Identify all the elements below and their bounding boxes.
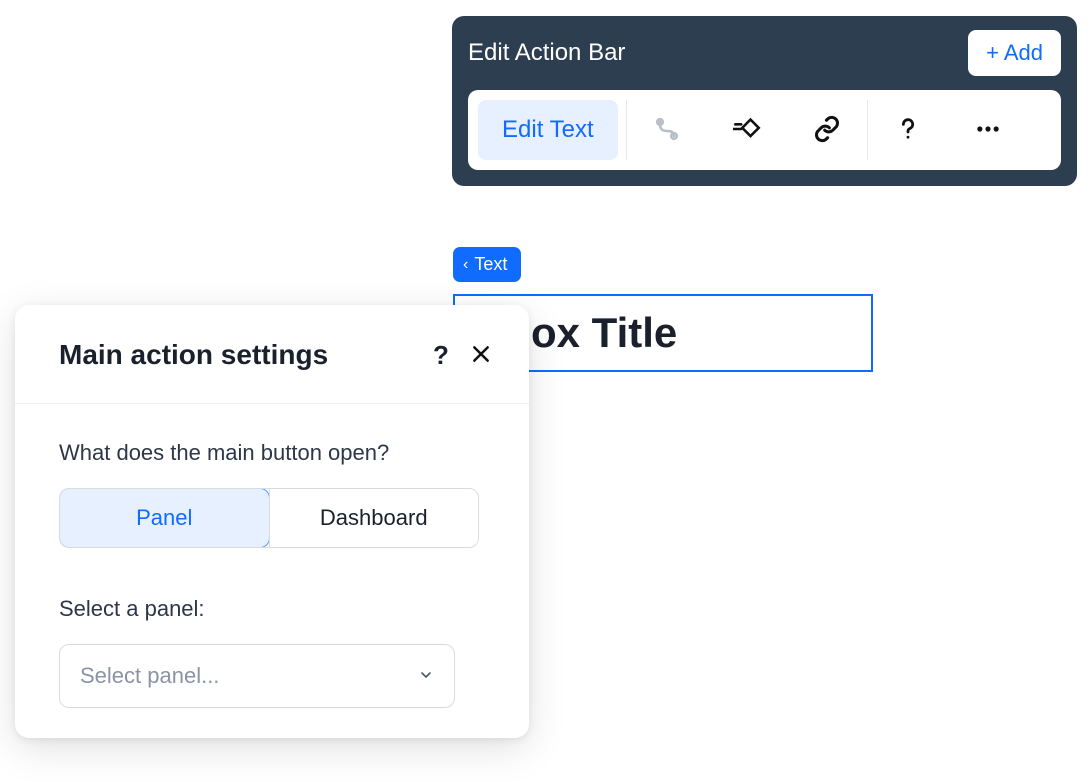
- main-action-settings-panel: Main action settings ? What does the mai…: [15, 305, 529, 738]
- action-bar-title: Edit Action Bar: [468, 39, 625, 67]
- action-icon-group-2: [867, 100, 1028, 160]
- link-icon-button[interactable]: [787, 100, 867, 160]
- dots-horizontal-icon: [974, 115, 1002, 146]
- close-icon: [471, 344, 491, 367]
- toggle-option-dashboard[interactable]: Dashboard: [269, 489, 479, 547]
- title-field-value: ox Title: [531, 309, 677, 357]
- edit-text-button[interactable]: Edit Text: [478, 100, 618, 160]
- question-icon: [894, 115, 922, 146]
- panel-select-wrap: Select panel...: [59, 644, 455, 708]
- diamond-icon-button[interactable]: [707, 100, 787, 160]
- path-icon-button[interactable]: [627, 100, 707, 160]
- link-icon: [813, 115, 841, 146]
- select-panel-label: Select a panel:: [59, 596, 485, 622]
- settings-header: Main action settings ?: [15, 305, 529, 404]
- action-icon-group-1: [626, 100, 867, 160]
- chevron-down-icon: [418, 663, 434, 689]
- action-bar-header: Edit Action Bar + Add: [468, 30, 1061, 76]
- chevron-left-icon: ‹: [463, 256, 468, 274]
- breadcrumb-text[interactable]: ‹ Text: [453, 247, 521, 282]
- help-icon-button[interactable]: [868, 100, 948, 160]
- path-icon: [653, 115, 681, 146]
- settings-body: What does the main button open? Panel Da…: [15, 404, 529, 708]
- edit-action-bar: Edit Action Bar + Add Edit Text: [452, 16, 1077, 186]
- open-target-toggle: Panel Dashboard: [59, 488, 479, 548]
- action-bar-toolbar: Edit Text: [468, 90, 1061, 170]
- breadcrumb-label: Text: [474, 254, 507, 275]
- settings-close-button[interactable]: [461, 335, 501, 375]
- panel-select-placeholder: Select panel...: [80, 663, 219, 689]
- more-icon-button[interactable]: [948, 100, 1028, 160]
- settings-help-button[interactable]: ?: [421, 335, 461, 375]
- settings-question-label: What does the main button open?: [59, 440, 485, 466]
- question-icon: ?: [433, 340, 449, 371]
- settings-title: Main action settings: [59, 339, 421, 371]
- toggle-option-panel[interactable]: Panel: [59, 488, 270, 548]
- panel-select[interactable]: Select panel...: [59, 644, 455, 708]
- add-button[interactable]: + Add: [968, 30, 1061, 76]
- diamond-icon: [733, 115, 761, 146]
